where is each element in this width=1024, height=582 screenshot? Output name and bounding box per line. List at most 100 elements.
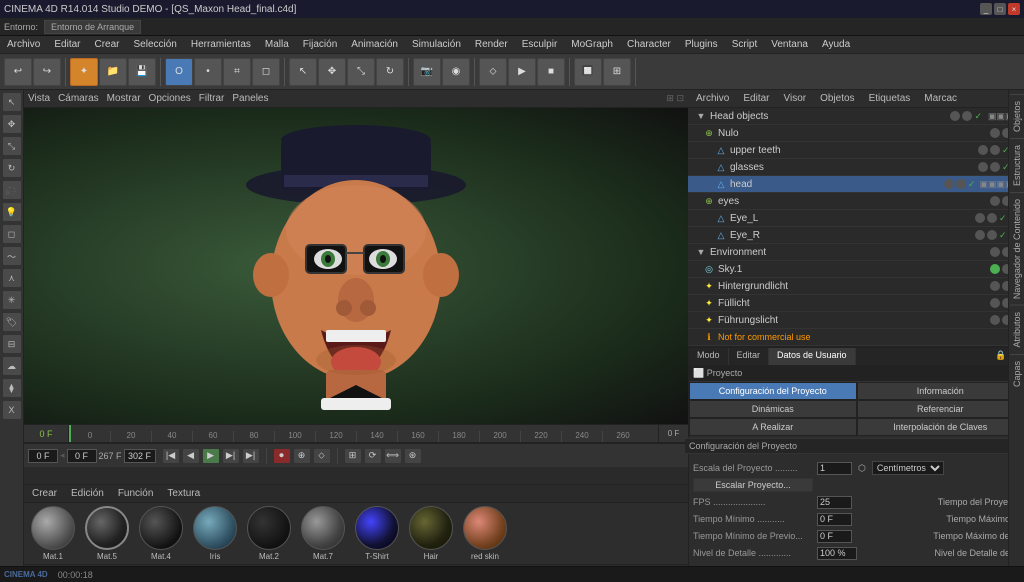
- key-btn[interactable]: ⬦: [313, 448, 331, 464]
- om-tab-visor[interactable]: Visor: [779, 92, 810, 105]
- a-realizar-btn[interactable]: A Realizar: [689, 418, 857, 436]
- material-iris[interactable]: Iris: [190, 506, 240, 561]
- render-dot[interactable]: [962, 111, 972, 121]
- auto-key-btn[interactable]: ⊕: [293, 448, 311, 464]
- mat-tab-crear[interactable]: Crear: [28, 487, 61, 500]
- obj-head[interactable]: △ head ✓ ▣▣▣▣▣: [688, 176, 1024, 193]
- mode-edges[interactable]: ⌗: [223, 58, 251, 86]
- current-frame-input[interactable]: [28, 449, 58, 463]
- lt-morph[interactable]: ⧫: [2, 378, 22, 398]
- render-dot[interactable]: [990, 145, 1000, 155]
- rtab-capas[interactable]: Capas: [1010, 354, 1024, 393]
- anim-key[interactable]: ⬦: [479, 58, 507, 86]
- vp-menu-filtrar[interactable]: Filtrar: [199, 93, 225, 104]
- informacion-btn[interactable]: Información: [857, 382, 1024, 400]
- viewport[interactable]: Vista Cámaras Mostrar Opciones Filtrar P…: [24, 90, 688, 424]
- escala-unit-select[interactable]: Centímetros: [872, 461, 944, 475]
- menu-script[interactable]: Script: [729, 38, 761, 51]
- obj-glasses[interactable]: △ glasses ✓ ▣: [688, 159, 1024, 176]
- interp-claves-btn[interactable]: Interpolación de Claves: [857, 418, 1024, 436]
- obj-not-commercial[interactable]: ℹ Not for commercial use: [688, 329, 1024, 346]
- menu-crear[interactable]: Crear: [91, 38, 122, 51]
- viewport-canvas[interactable]: [24, 108, 688, 424]
- tprev-input[interactable]: [817, 530, 852, 543]
- maximize-button[interactable]: □: [994, 3, 1006, 15]
- material-redskin[interactable]: red skin: [460, 506, 510, 561]
- vis-dot[interactable]: [975, 230, 985, 240]
- mat-tab-edicion[interactable]: Edición: [67, 487, 108, 500]
- step-fwd-btn[interactable]: ▶|: [222, 448, 240, 464]
- lt-sky[interactable]: ☁: [2, 356, 22, 376]
- render-btn[interactable]: ◉: [442, 58, 470, 86]
- menu-ayuda[interactable]: Ayuda: [819, 38, 853, 51]
- vis-dot[interactable]: [990, 128, 1000, 138]
- attr-tab-datos[interactable]: Datos de Usuario: [769, 348, 856, 365]
- vp-menu-vista[interactable]: Vista: [28, 93, 50, 104]
- obj-eyes[interactable]: ⊕ eyes ✓: [688, 193, 1024, 210]
- entorno-value[interactable]: Entorno de Arranque: [44, 20, 141, 34]
- config-proyecto-btn[interactable]: Configuración del Proyecto: [689, 382, 857, 400]
- vis-dot[interactable]: [978, 162, 988, 172]
- menu-esculpir[interactable]: Esculpir: [519, 38, 561, 51]
- tc-rand[interactable]: ⊛: [404, 448, 422, 464]
- obj-fullicht[interactable]: ✦ Füllicht ✓: [688, 295, 1024, 312]
- attr-tab-editar[interactable]: Editar: [729, 348, 770, 365]
- anim-play[interactable]: ▶: [508, 58, 536, 86]
- menu-herramientas[interactable]: Herramientas: [188, 38, 254, 51]
- save-button[interactable]: 💾: [128, 58, 156, 86]
- play-btn[interactable]: ▶: [202, 448, 220, 464]
- material-mat5[interactable]: Mat.5: [82, 506, 132, 561]
- obj-eye-l[interactable]: △ Eye_L ✓ 👁: [688, 210, 1024, 227]
- lt-floor[interactable]: ⊟: [2, 334, 22, 354]
- mat-tab-textura[interactable]: Textura: [163, 487, 204, 500]
- material-mat4[interactable]: Mat.4: [136, 506, 186, 561]
- material-mat2[interactable]: Mat.2: [244, 506, 294, 561]
- open-button[interactable]: 📁: [99, 58, 127, 86]
- vis-dot[interactable]: [950, 111, 960, 121]
- undo-button[interactable]: ↩: [4, 58, 32, 86]
- rtab-objetos[interactable]: Objetos: [1010, 94, 1024, 138]
- move-tool[interactable]: ✥: [318, 58, 346, 86]
- render-dot[interactable]: [956, 179, 966, 189]
- render-dot[interactable]: [990, 162, 1000, 172]
- menu-editar[interactable]: Editar: [51, 38, 83, 51]
- menu-character[interactable]: Character: [624, 38, 674, 51]
- material-mat7[interactable]: Mat.7: [298, 506, 348, 561]
- vis-dot[interactable]: [990, 247, 1000, 257]
- obj-upper-teeth[interactable]: △ upper teeth ✓ ▣: [688, 142, 1024, 159]
- tmin-input[interactable]: [817, 513, 852, 526]
- material-mat1[interactable]: Mat.1: [28, 506, 78, 561]
- snap-btn[interactable]: 🔲: [574, 58, 602, 86]
- menu-malla[interactable]: Malla: [262, 38, 292, 51]
- nd-input[interactable]: [817, 547, 857, 560]
- menu-seleccion[interactable]: Selección: [131, 38, 180, 51]
- lt-move[interactable]: ✥: [2, 114, 22, 134]
- obj-nulo[interactable]: ⊕ Nulo ✓: [688, 125, 1024, 142]
- fps-input[interactable]: [817, 496, 852, 509]
- menu-render[interactable]: Render: [472, 38, 511, 51]
- lt-scale[interactable]: ⤡: [2, 136, 22, 156]
- select-tool[interactable]: ↖: [289, 58, 317, 86]
- lt-camera[interactable]: 🎥: [2, 180, 22, 200]
- check-icon[interactable]: ✓: [974, 111, 982, 122]
- lt-obj[interactable]: ◻: [2, 224, 22, 244]
- vp-menu-mostrar[interactable]: Mostrar: [107, 93, 141, 104]
- vis-dot[interactable]: [990, 196, 1000, 206]
- menu-simulacion[interactable]: Simulación: [409, 38, 464, 51]
- om-tab-etiquetas[interactable]: Etiquetas: [865, 92, 915, 105]
- obj-eye-r[interactable]: △ Eye_R ✓ 👁: [688, 227, 1024, 244]
- vp-menu-camaras[interactable]: Cámaras: [58, 93, 99, 104]
- check-icon[interactable]: ✓: [999, 230, 1007, 241]
- menu-plugins[interactable]: Plugins: [682, 38, 721, 51]
- rtab-estructura[interactable]: Estructura: [1010, 138, 1024, 192]
- rtab-atributos[interactable]: Atributos: [1010, 305, 1024, 354]
- mode-object[interactable]: O: [165, 58, 193, 86]
- obj-fuhrungslicht[interactable]: ✦ Führungslicht ✓: [688, 312, 1024, 329]
- rotate-tool[interactable]: ↻: [376, 58, 404, 86]
- material-tshirt[interactable]: T-Shirt: [352, 506, 402, 561]
- dinamicas-btn[interactable]: Dinámicas: [689, 400, 857, 418]
- close-button[interactable]: ×: [1008, 3, 1020, 15]
- camera-btn[interactable]: 📷: [413, 58, 441, 86]
- vp-menu-opciones[interactable]: Opciones: [149, 93, 191, 104]
- mode-points[interactable]: •: [194, 58, 222, 86]
